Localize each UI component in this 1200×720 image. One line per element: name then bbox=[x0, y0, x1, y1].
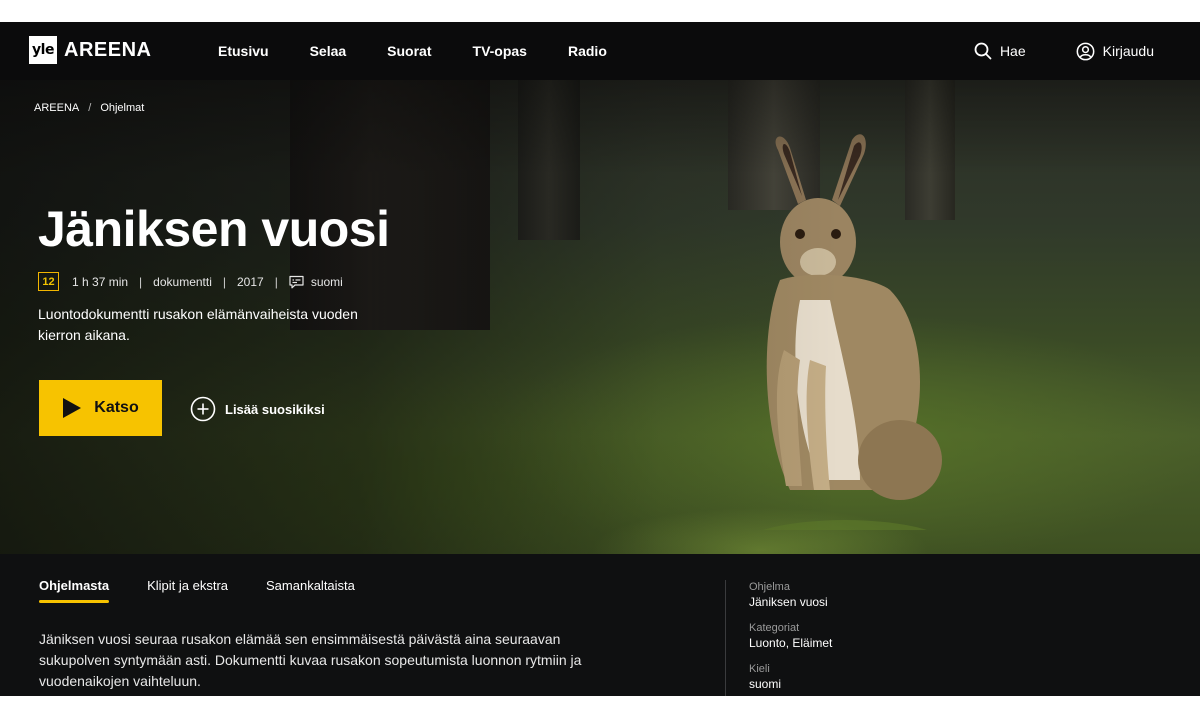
nav-item-radio[interactable]: Radio bbox=[568, 43, 607, 59]
info-row-language: Kieli suomi bbox=[749, 662, 832, 693]
info-value: Luonto, Eläimet bbox=[749, 636, 833, 650]
info-label: Kieli bbox=[749, 663, 770, 675]
yle-logo-mark: yle bbox=[29, 36, 57, 64]
subtitles-icon bbox=[289, 275, 304, 288]
info-label: Kategoriat bbox=[749, 622, 800, 634]
breadcrumb-home-link[interactable]: AREENA bbox=[34, 102, 79, 114]
nav-item-selaa[interactable]: Selaa bbox=[310, 43, 347, 59]
areena-logo[interactable]: yle AREENA bbox=[29, 36, 151, 64]
info-value: Jäniksen vuosi bbox=[749, 595, 828, 609]
vertical-divider bbox=[725, 580, 726, 696]
app-frame: yle AREENA Etusivu Selaa Suorat TV-opas … bbox=[0, 22, 1200, 696]
nav-item-suorat[interactable]: Suorat bbox=[387, 43, 431, 59]
add-favorite-button[interactable]: Lisää suosikiksi bbox=[190, 396, 325, 422]
info-row-categories: Kategoriat Luonto, Eläimet bbox=[749, 621, 832, 652]
tab-samankaltaista[interactable]: Samankaltaista bbox=[266, 578, 355, 603]
info-label: Ohjelma bbox=[749, 581, 790, 593]
search-button[interactable]: Hae bbox=[974, 42, 1026, 60]
tab-klipit-ja-ekstra[interactable]: Klipit ja ekstra bbox=[147, 578, 228, 603]
meta-separator: | bbox=[222, 274, 226, 289]
user-icon bbox=[1076, 42, 1095, 60]
info-value: suomi bbox=[749, 677, 782, 691]
nav-item-etusivu[interactable]: Etusivu bbox=[218, 43, 269, 59]
details-tabs: Ohjelmasta Klipit ja ekstra Samankaltais… bbox=[39, 578, 393, 603]
main-nav: Etusivu Selaa Suorat TV-opas Radio bbox=[218, 22, 648, 80]
top-navigation-bar: yle AREENA Etusivu Selaa Suorat TV-opas … bbox=[0, 22, 1200, 80]
play-icon bbox=[63, 398, 82, 418]
plus-circle-icon bbox=[190, 396, 216, 422]
watch-button-label: Katso bbox=[94, 399, 139, 416]
login-button[interactable]: Kirjaudu bbox=[1076, 42, 1154, 61]
add-favorite-label: Lisää suosikiksi bbox=[225, 401, 325, 417]
login-label: Kirjaudu bbox=[1102, 43, 1154, 59]
age-rating-badge: 12 bbox=[38, 272, 59, 291]
watch-button[interactable]: Katso bbox=[39, 380, 162, 436]
program-info-panel: Ohjelma Jäniksen vuosi Kategoriat Luonto… bbox=[749, 580, 832, 696]
meta-separator: | bbox=[274, 274, 278, 289]
program-title: Jäniksen vuosi bbox=[38, 201, 390, 257]
meta-separator: | bbox=[139, 274, 143, 289]
program-hero: AREENA / Ohjelmat Jäniksen vuosi 12 1 h … bbox=[0, 80, 1200, 554]
header-actions: Hae Kirjaudu bbox=[974, 22, 1154, 80]
areena-wordmark: AREENA bbox=[64, 38, 152, 61]
info-row-program: Ohjelma Jäniksen vuosi bbox=[749, 580, 832, 611]
year-text: 2017 bbox=[237, 274, 264, 289]
breadcrumb: AREENA / Ohjelmat bbox=[34, 102, 144, 114]
genre-text: dokumentti bbox=[153, 274, 212, 289]
program-details: Ohjelmasta Klipit ja ekstra Samankaltais… bbox=[0, 554, 1200, 696]
nav-item-tv-opas[interactable]: TV-opas bbox=[473, 43, 527, 59]
search-label: Hae bbox=[999, 43, 1026, 59]
breadcrumb-current[interactable]: Ohjelmat bbox=[100, 102, 144, 114]
duration-text: 1 h 37 min bbox=[72, 274, 129, 289]
search-icon bbox=[974, 42, 992, 60]
program-long-description: Jäniksen vuosi seuraa rusakon elämää sen… bbox=[39, 631, 582, 689]
program-metadata: 12 1 h 37 min | dokumentti | 2017 | suom… bbox=[38, 272, 343, 291]
breadcrumb-separator: / bbox=[88, 102, 92, 114]
program-short-description: Luontodokumentti rusakon elämänvaiheista… bbox=[38, 306, 358, 343]
tab-ohjelmasta[interactable]: Ohjelmasta bbox=[39, 578, 110, 603]
subtitles-language: suomi bbox=[310, 274, 343, 289]
